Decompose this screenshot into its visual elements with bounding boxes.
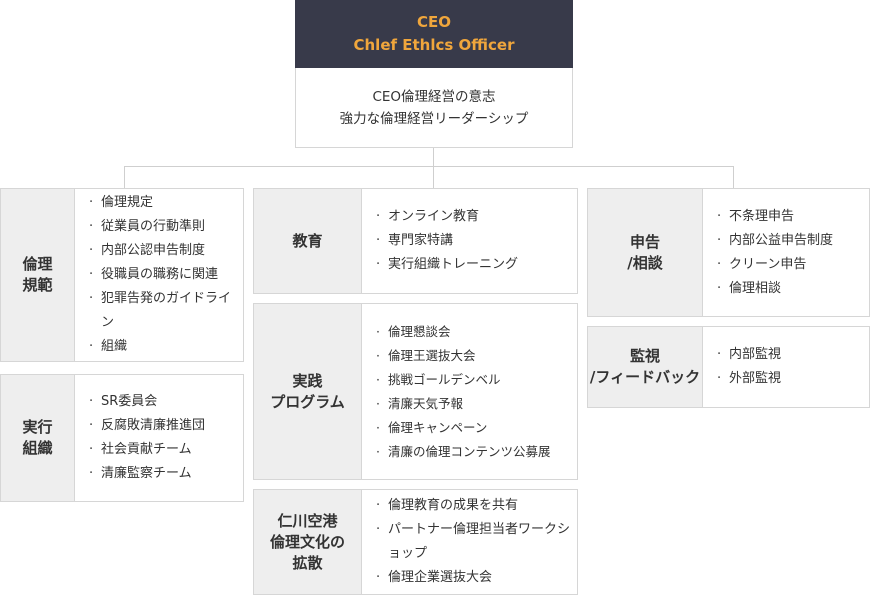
- section-kakusan-list: 倫理教育の成果を共有 パートナー倫理担当者ワークショップ 倫理企業選抜大会: [376, 494, 573, 590]
- section-rinri-kihan-head: 倫理 規範: [1, 189, 75, 361]
- section-kyoiku-list: オンライン教育 専門家特講 実行組織トレーニング: [376, 205, 573, 277]
- section-kanshi-list: 内部監視 外部監視: [717, 343, 865, 391]
- list-item: 清廉監察チーム: [89, 462, 239, 486]
- list-item: 倫理教育の成果を共有: [376, 494, 573, 518]
- section-shinkoku-head: 申告 /相談: [588, 189, 703, 316]
- list-item: 犯罪告発のガイドライン: [89, 287, 239, 335]
- head-line: 倫理文化の: [269, 532, 345, 551]
- connector-horizontal: [124, 166, 734, 167]
- section-rinri-kihan: 倫理 規範 倫理規定 従業員の行動準則 内部公認申告制度 役職員の職務に関連 犯…: [0, 188, 244, 362]
- head-line: 申告: [629, 232, 660, 251]
- section-jikko-soshiki-head: 実行 組織: [1, 375, 75, 501]
- list-item: 倫理懇談会: [376, 320, 575, 344]
- list-item: 倫理相談: [717, 277, 865, 301]
- list-item: SR委員会: [89, 390, 239, 414]
- section-shinkoku: 申告 /相談 不条理申告 内部公益申告制度 クリーン申告 倫理相談: [587, 188, 870, 317]
- list-item: 内部監視: [717, 343, 865, 367]
- list-item: 外部監視: [717, 367, 865, 391]
- list-item: 内部公認申告制度: [89, 239, 239, 263]
- list-item: 清廉の倫理コンテンツ公募展: [376, 440, 575, 464]
- list-item: 専門家特講: [376, 229, 573, 253]
- section-kakusan: 仁川空港 倫理文化の 拡散 倫理教育の成果を共有 パートナー倫理担当者ワークショ…: [253, 489, 578, 595]
- connector-center: [433, 166, 434, 188]
- section-kanshi-head: 監視 /フィードバック: [588, 327, 703, 407]
- head-line: 教育: [292, 231, 323, 250]
- head-line: 仁川空港: [277, 511, 338, 530]
- ceo-title: CEO: [416, 13, 451, 31]
- head-line: 監視: [629, 347, 660, 365]
- list-item: 社会貢献チーム: [89, 438, 239, 462]
- list-item: 役職員の職務に関連: [89, 263, 239, 287]
- connector-vertical-main: [433, 148, 434, 167]
- section-jissen: 実践 プログラム 倫理懇談会 倫理王選抜大会 挑戦ゴールデンベル 清廉天気予報 …: [253, 303, 578, 480]
- list-item: 挑戦ゴールデンベル: [376, 368, 575, 392]
- ceo-description: CEO倫理経営の意志 強力な倫理経営リーダーシップ: [295, 68, 573, 148]
- section-kakusan-head: 仁川空港 倫理文化の 拡散: [254, 490, 362, 594]
- list-item: 内部公益申告制度: [717, 229, 865, 253]
- head-line: 倫理: [22, 255, 53, 273]
- list-item: 組織: [89, 335, 239, 359]
- list-item: 従業員の行動準則: [89, 215, 239, 239]
- list-item: 倫理王選抜大会: [376, 344, 575, 368]
- head-line: 実践: [292, 371, 323, 390]
- section-shinkoku-list: 不条理申告 内部公益申告制度 クリーン申告 倫理相談: [717, 205, 865, 301]
- head-line: 規範: [22, 276, 53, 294]
- head-line: 実行: [22, 418, 53, 436]
- section-jikko-soshiki: 実行 組織 SR委員会 反腐敗清廉推進団 社会貢献チーム 清廉監察チーム: [0, 374, 244, 502]
- section-jikko-soshiki-list: SR委員会 反腐敗清廉推進団 社会貢献チーム 清廉監察チーム: [89, 390, 239, 486]
- head-line: 組織: [22, 439, 53, 457]
- connector-right: [733, 166, 734, 188]
- list-item: 不条理申告: [717, 205, 865, 229]
- ceo-desc-line2: 強力な倫理経営リーダーシップ: [339, 110, 529, 127]
- list-item: 倫理企業選抜大会: [376, 566, 573, 590]
- section-jissen-head: 実践 プログラム: [254, 304, 362, 479]
- ceo-subtitle: Chlef Ethlcs Officer: [353, 36, 515, 54]
- list-item: 反腐敗清廉推進団: [89, 414, 239, 438]
- list-item: クリーン申告: [717, 253, 865, 277]
- head-line: 拡散: [292, 553, 323, 572]
- list-item: 倫理キャンペーン: [376, 416, 575, 440]
- section-kanshi: 監視 /フィードバック 内部監視 外部監視: [587, 326, 870, 408]
- section-kyoiku: 教育 オンライン教育 専門家特講 実行組織トレーニング: [253, 188, 578, 294]
- list-item: オンライン教育: [376, 205, 573, 229]
- connector-left: [124, 166, 125, 188]
- list-item: パートナー倫理担当者ワークショップ: [376, 518, 573, 566]
- ceo-desc-line1: CEO倫理経営の意志: [372, 88, 496, 105]
- section-jissen-list: 倫理懇談会 倫理王選抜大会 挑戦ゴールデンベル 清廉天気予報 倫理キャンペーン …: [376, 320, 575, 464]
- list-item: 実行組織トレーニング: [376, 253, 573, 277]
- ceo-box: CEO Chlef Ethlcs Officer: [295, 0, 573, 68]
- section-rinri-kihan-list: 倫理規定 従業員の行動準則 内部公認申告制度 役職員の職務に関連 犯罪告発のガイ…: [89, 191, 239, 359]
- list-item: 倫理規定: [89, 191, 239, 215]
- head-line: プログラム: [270, 392, 345, 411]
- head-line: /フィードバック: [589, 368, 701, 386]
- section-kyoiku-head: 教育: [254, 189, 362, 293]
- list-item: 清廉天気予報: [376, 392, 575, 416]
- head-line: /相談: [627, 253, 663, 272]
